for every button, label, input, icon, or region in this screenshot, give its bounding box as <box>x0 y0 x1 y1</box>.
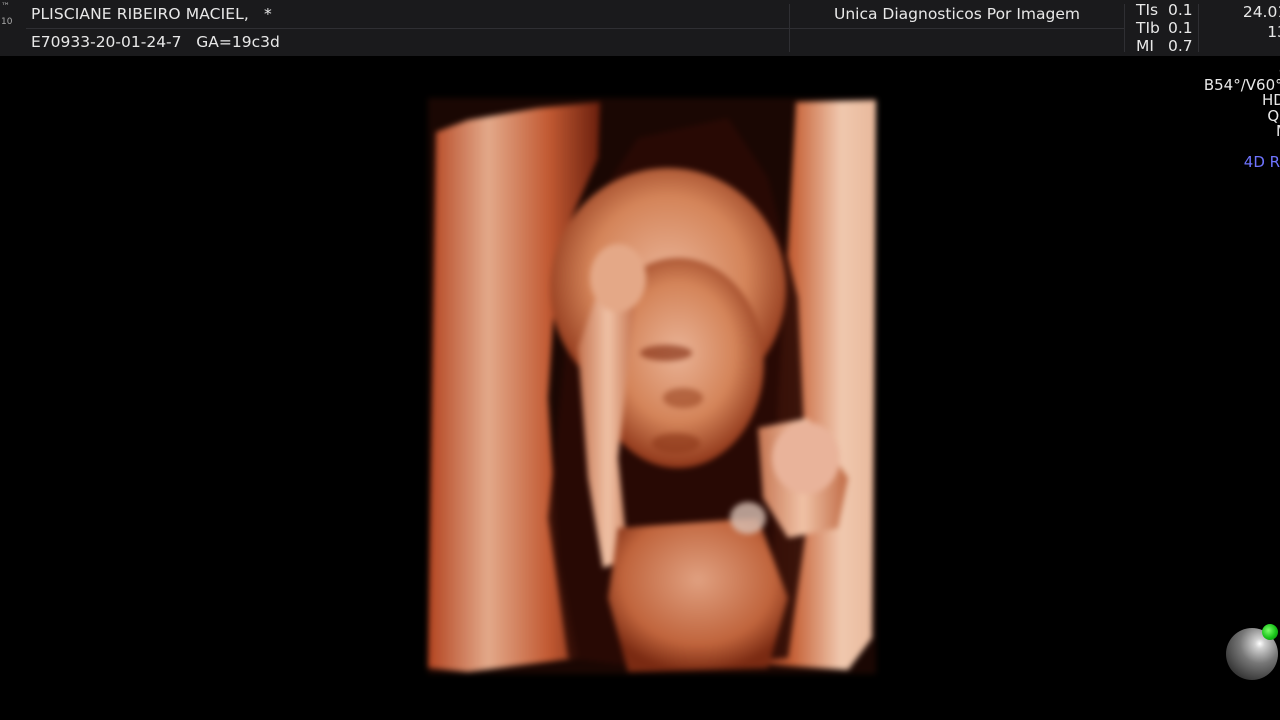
safety-index-label: TIs <box>1136 1 1159 19</box>
fetal-knee <box>730 502 766 534</box>
quality-label: Qual <box>1267 106 1280 125</box>
header-column-divider <box>1124 4 1125 52</box>
fetal-body <box>608 518 788 672</box>
corner-mark-bottom: 10 <box>1 17 13 27</box>
r-label: R <box>1204 42 1280 62</box>
safety-index-label: MI <box>1136 37 1154 55</box>
4d-ultrasound-render <box>428 98 876 674</box>
safety-index-row: TIb 0.1 <box>1133 19 1195 37</box>
green-dot-icon <box>1262 624 1278 640</box>
patient-name: PLISCIANE RIBEIRO MACIEL, * <box>31 5 272 23</box>
safety-index-value: 0.1 <box>1168 19 1193 37</box>
safety-index-row: MI 0.7 <box>1133 37 1195 55</box>
mode-label: 4D Real <box>1243 153 1280 171</box>
corner-mark-top: ™ <box>1 2 10 12</box>
fetal-nose <box>663 388 703 408</box>
patient-id-line: E70933-20-01-24-7 GA=19c3d <box>31 33 280 51</box>
fetal-eye-area <box>640 345 692 361</box>
safety-index-value: 0.1 <box>1168 1 1193 19</box>
header-bar: ™ 10 PLISCIANE RIBEIRO MACIEL, * E70933-… <box>0 0 1280 56</box>
header-column-divider <box>789 4 790 52</box>
fetal-hand-left <box>590 244 646 312</box>
header-column-divider <box>1198 4 1199 52</box>
fetal-hand-right <box>772 422 840 494</box>
header-divider <box>26 28 1124 29</box>
safety-index-row: TIs 0.1 <box>1133 1 1195 19</box>
exam-date: 24.01.2 <box>1242 3 1280 21</box>
safety-index-value: 0.7 <box>1168 37 1193 55</box>
mix-label: Mix <box>1204 123 1280 140</box>
safety-indices: TIs 0.1 TIb 0.1 MI 0.7 <box>1133 1 1195 55</box>
acquisition-info: 24.01.2 13:2 R 4H B54°/V60°/ 8 HDliv Qua… <box>1204 2 1280 171</box>
safety-index-label: TIb <box>1136 19 1160 37</box>
fetal-mouth <box>652 433 700 453</box>
ultrasound-screen: ™ 10 PLISCIANE RIBEIRO MACIEL, * E70933-… <box>0 0 1280 720</box>
institution-name: Unica Diagnosticos Por Imagem <box>834 5 1080 23</box>
exam-time: 13:2 <box>1267 23 1280 41</box>
corner-mark: ™ 10 <box>0 0 24 56</box>
